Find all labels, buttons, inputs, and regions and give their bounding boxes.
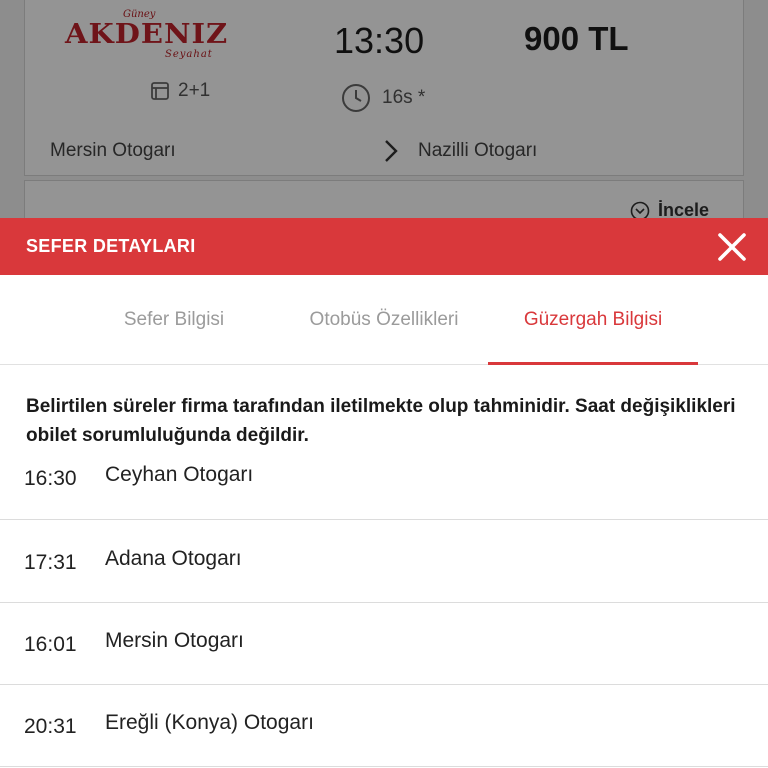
- tab-trip-info[interactable]: Sefer Bilgisi: [84, 275, 264, 365]
- stop-name: Ceyhan Otogarı: [105, 463, 254, 486]
- sheet-header: SEFER DETAYLARI: [0, 218, 768, 275]
- stop-name: Adana Otogarı: [105, 547, 242, 570]
- list-item: 17:31 Adana Otogarı: [0, 521, 768, 603]
- list-item: 20:31 Ereğli (Konya) Otogarı: [0, 685, 768, 767]
- active-tab-indicator: [488, 362, 698, 365]
- stop-time: 20:31: [24, 715, 77, 738]
- tab-bus-features[interactable]: Otobüs Özellikleri: [290, 275, 478, 365]
- stop-time: 16:01: [24, 633, 77, 656]
- route-stop-list[interactable]: 16:30 Ceyhan Otogarı 17:31 Adana Otogarı…: [0, 440, 768, 768]
- detail-tabs: Sefer Bilgisi Otobüs Özellikleri Güzerga…: [0, 275, 768, 365]
- close-button[interactable]: [714, 229, 750, 265]
- stop-time: 17:31: [24, 551, 77, 574]
- close-icon: [718, 232, 746, 261]
- tab-route-info[interactable]: Güzergah Bilgisi: [488, 275, 698, 365]
- modal-backdrop[interactable]: [0, 0, 768, 218]
- trip-list-background: Güney AKDENIZ Seyahat 2+1 13:30 900 TL 1…: [0, 0, 768, 218]
- sheet-title: SEFER DETAYLARI: [26, 236, 196, 256]
- stop-name: Ereğli (Konya) Otogarı: [105, 711, 314, 734]
- list-item: 16:30 Ceyhan Otogarı: [0, 440, 768, 520]
- list-item: 16:01 Mersin Otogarı: [0, 603, 768, 685]
- stop-time: 16:30: [24, 467, 77, 490]
- stop-name: Mersin Otogarı: [105, 629, 244, 652]
